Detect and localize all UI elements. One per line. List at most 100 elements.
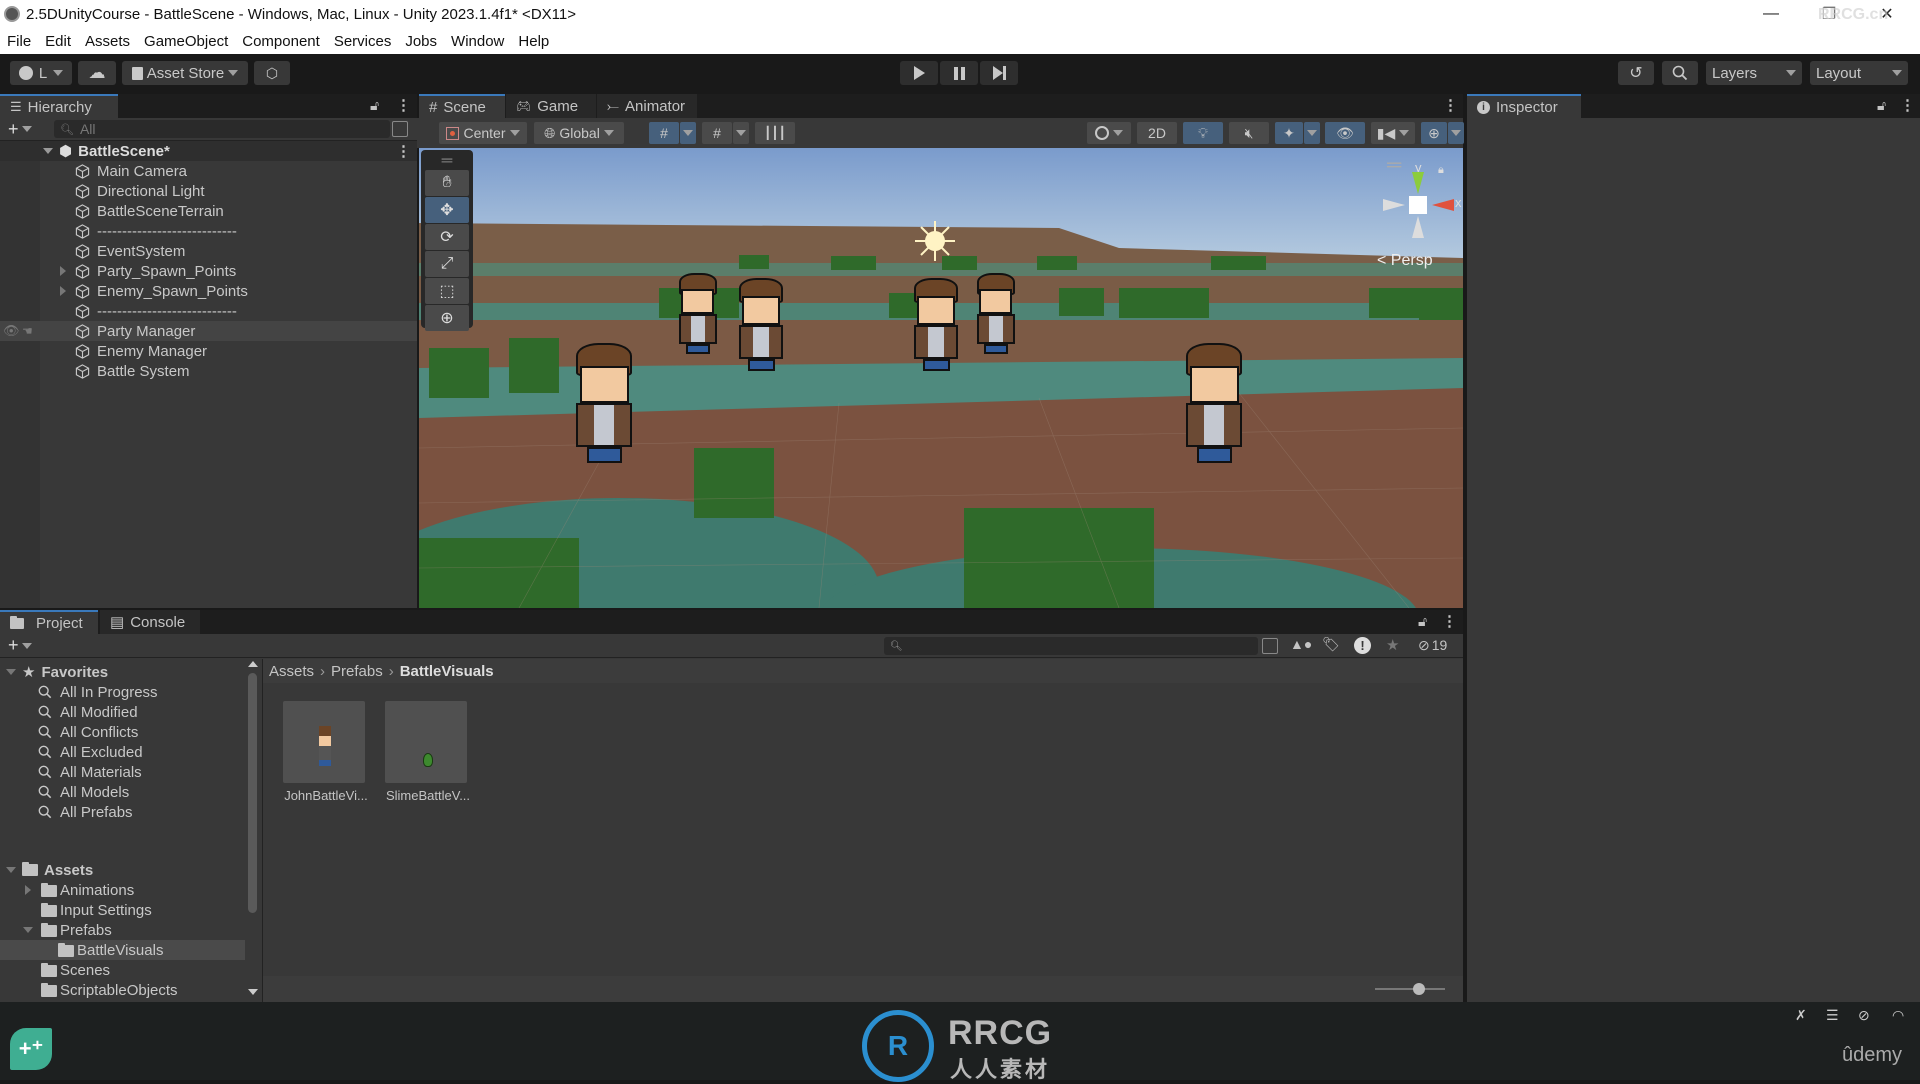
hierarchy-item[interactable]: 👁︎ ☚ Party Manager (0, 321, 417, 341)
effects-toggle[interactable]: ✦ (1275, 122, 1303, 144)
scene-visibility-toggle[interactable]: 👁︎ (1325, 122, 1365, 144)
hierarchy-item[interactable]: BattleSceneTerrain (0, 201, 417, 221)
tab-scene[interactable]: # Scene (419, 94, 505, 118)
effects-dropdown[interactable] (1304, 122, 1320, 144)
menu-services[interactable]: Services (327, 33, 399, 50)
step-button[interactable] (980, 61, 1018, 85)
expand-arrow-icon[interactable] (43, 148, 53, 154)
project-search-input[interactable]: 🔍︎ (884, 637, 1258, 655)
add-object-button[interactable]: + (8, 119, 19, 140)
expand-arrow-icon[interactable] (23, 927, 33, 933)
space-mode-dropdown[interactable]: 🌐︎ Global (534, 122, 624, 144)
favorite-search-item[interactable]: All Prefabs (38, 802, 133, 822)
menu-window[interactable]: Window (444, 33, 511, 50)
gizmo-x-axis[interactable] (1432, 199, 1454, 211)
layout-dropdown[interactable]: Layout (1810, 61, 1908, 85)
expand-arrow-icon[interactable] (6, 669, 16, 675)
ruler-dropdown[interactable]: ┃┃┃ (755, 122, 795, 144)
scene-viewport[interactable]: ═ ✋︎ ✥ ⟳ ⤢ ⬚ ⊕ ═ 🔒︎ y x < Persp (419, 148, 1463, 608)
tab-animator[interactable]: ⤚ Animator (597, 94, 697, 118)
zoom-slider-thumb[interactable] (1413, 983, 1425, 995)
create-asset-button[interactable]: + (8, 635, 19, 656)
shading-mode-dropdown[interactable] (1087, 122, 1131, 144)
pickability-hand-icon[interactable]: ☚ (22, 324, 33, 338)
tool-rect-button[interactable]: ⬚ (425, 278, 469, 304)
hierarchy-item[interactable]: ---------------------------- (0, 301, 417, 321)
project-folder-item[interactable]: ScriptableObjects (0, 980, 245, 1000)
tree-scrollbar[interactable] (247, 659, 259, 1002)
scene-menu-icon[interactable]: ⋮ (396, 142, 411, 160)
visibility-eye-icon[interactable]: 👁︎ (3, 323, 20, 339)
tool-transform-button[interactable]: ⊕ (425, 305, 469, 331)
hierarchy-search-input[interactable]: 🔍︎ All (54, 120, 390, 138)
scene-visibility-toggle-icon[interactable] (392, 121, 408, 137)
menu-assets[interactable]: Assets (78, 33, 137, 50)
tool-scale-button[interactable]: ⤢ (425, 251, 469, 277)
audio-toggle[interactable]: 🔇︎ (1229, 122, 1269, 144)
character-sprite[interactable] (972, 273, 1020, 361)
menu-edit[interactable]: Edit (38, 33, 78, 50)
favorites-header[interactable]: ★ Favorites (0, 662, 108, 682)
account-dropdown[interactable]: L (10, 61, 72, 85)
hierarchy-item[interactable]: Main Camera (0, 161, 417, 181)
increment-snap-dropdown[interactable] (733, 122, 749, 144)
tool-hand-button[interactable]: ✋︎ (425, 170, 469, 196)
scroll-up-icon[interactable] (248, 661, 258, 667)
hierarchy-item[interactable]: EventSystem (0, 241, 417, 261)
kebab-menu-icon[interactable]: ⋮ (1900, 96, 1915, 114)
expand-arrow-icon[interactable] (6, 867, 16, 873)
expand-arrow-icon[interactable] (60, 286, 66, 296)
orientation-gizmo[interactable]: ═ 🔒︎ y x < Persp (1367, 154, 1463, 276)
tool-rotate-button[interactable]: ⟳ (425, 224, 469, 250)
filter-log-type-icon[interactable]: ! (1354, 637, 1371, 654)
gizmo-neg-x-axis[interactable] (1383, 199, 1405, 211)
character-sprite[interactable] (569, 343, 639, 473)
favorite-search-item[interactable]: All In Progress (38, 682, 158, 702)
menu-component[interactable]: Component (235, 33, 327, 50)
menu-jobs[interactable]: Jobs (398, 33, 444, 50)
project-folder-item[interactable]: Prefabs (0, 920, 245, 940)
favorite-search-item[interactable]: All Materials (38, 762, 142, 782)
favorite-search-item[interactable]: All Modified (38, 702, 138, 722)
unity-version-control-button[interactable]: ⬡ (254, 61, 290, 85)
grid-snapping-button[interactable]: # (649, 122, 679, 144)
assets-header[interactable]: Assets (0, 860, 93, 880)
tab-console[interactable]: ▤ Console (100, 610, 200, 634)
project-folder-item[interactable]: BattleVisuals (0, 940, 245, 960)
lock-icon[interactable]: 🔓︎ (370, 97, 379, 114)
character-sprite[interactable] (674, 273, 722, 361)
menu-file[interactable]: File (0, 33, 38, 50)
menu-help[interactable]: Help (511, 33, 556, 50)
zoom-slider-track[interactable] (1375, 988, 1445, 990)
cache-server-icon[interactable]: ☰ (1826, 1007, 1839, 1024)
favorite-search-item[interactable]: All Models (38, 782, 129, 802)
scene-header-row[interactable]: ⬢ BattleScene* ⋮ (0, 141, 417, 161)
layers-dropdown[interactable]: Layers (1706, 61, 1802, 85)
progress-check-icon[interactable]: ◠ (1892, 1007, 1904, 1024)
hierarchy-item[interactable]: Battle System (0, 361, 417, 381)
character-sprite[interactable] (1179, 343, 1249, 473)
tab-inspector[interactable]: i Inspector (1467, 94, 1581, 118)
lock-icon[interactable]: 🔓︎ (1418, 613, 1427, 630)
gizmo-y-axis[interactable] (1412, 172, 1424, 194)
tab-hierarchy[interactable]: ☰ Hierarchy (0, 94, 118, 118)
favorite-star-icon[interactable]: ★ (1386, 636, 1399, 654)
increment-snap-button[interactable]: # (702, 122, 732, 144)
breadcrumb-battlevisuals[interactable]: BattleVisuals (400, 663, 494, 680)
overlay-menu-icon[interactable]: ═ (1387, 154, 1401, 177)
gizmo-neg-y-axis[interactable] (1412, 216, 1424, 238)
menu-gameobject[interactable]: GameObject (137, 33, 235, 50)
gizmos-dropdown[interactable] (1448, 122, 1464, 144)
pause-button[interactable] (940, 61, 978, 85)
cloud-button[interactable]: ☁ (78, 61, 116, 85)
lock-icon[interactable]: 🔓︎ (1877, 97, 1886, 114)
grid-snapping-dropdown[interactable] (680, 122, 696, 144)
kebab-menu-icon[interactable]: ⋮ (1443, 96, 1458, 114)
project-folder-item[interactable]: Scenes (0, 960, 245, 980)
2d-mode-button[interactable]: 2D (1137, 122, 1177, 144)
gizmo-center-cube[interactable] (1409, 196, 1427, 214)
hierarchy-item[interactable]: Enemy Manager (0, 341, 417, 361)
hierarchy-item[interactable]: Directional Light (0, 181, 417, 201)
filter-by-type-icon[interactable]: ▲● (1290, 636, 1312, 652)
search-button[interactable] (1662, 61, 1698, 85)
